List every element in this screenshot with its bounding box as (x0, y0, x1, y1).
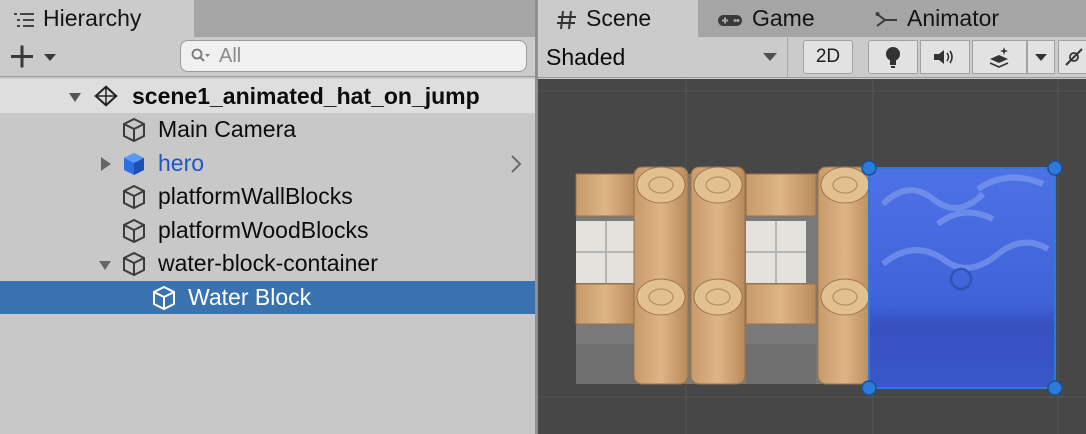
tab-hierarchy-label: Hierarchy (43, 5, 142, 31)
plus-icon (11, 45, 56, 68)
prefab-cube-icon (124, 152, 144, 175)
search-icon (191, 48, 210, 62)
hierarchy-item-hero[interactable]: hero (0, 147, 535, 181)
tab-scene[interactable]: Scene (538, 0, 698, 37)
shading-mode-value: Shaded (546, 43, 626, 70)
tab-game[interactable]: Game (716, 0, 856, 37)
gameobject-cube-icon (123, 117, 145, 143)
search-input[interactable] (219, 44, 509, 68)
hierarchy-item-label: platformWallBlocks (158, 183, 353, 210)
scene-panel: Scene Game Animator Shaded 2D (538, 0, 1086, 434)
effects-toggle-button[interactable] (972, 40, 1027, 74)
expanded-arrow-icon[interactable] (97, 257, 113, 273)
unity-logo-icon (94, 85, 118, 107)
hash-icon (556, 9, 578, 29)
scene-row[interactable]: scene1_animated_hat_on_jump (0, 79, 535, 113)
hierarchy-toolbar (0, 37, 535, 77)
hierarchy-item-water-block-container[interactable]: water-block-container (0, 247, 535, 281)
gameobject-cube-icon (123, 218, 145, 243)
scene-name: scene1_animated_hat_on_jump (132, 82, 480, 109)
hidden-eye-icon (1064, 48, 1083, 66)
tab-scene-label: Scene (586, 5, 652, 31)
search-field[interactable] (180, 40, 527, 72)
gameobject-cube-icon (153, 285, 175, 310)
collapsed-arrow-icon[interactable] (98, 156, 114, 172)
hierarchy-item-label: hero (158, 149, 205, 176)
top-right-handle[interactable] (1047, 160, 1063, 176)
tab-animator-label: Animator (907, 5, 1000, 31)
open-prefab-chevron-icon[interactable] (509, 154, 523, 174)
create-button[interactable] (8, 41, 64, 73)
dropdown-caret-icon (763, 53, 777, 61)
hierarchy-item-main-camera[interactable]: Main Camera (0, 113, 535, 147)
tab-hierarchy[interactable]: Hierarchy (0, 0, 194, 37)
platform-blocks-sprite (575, 166, 873, 385)
shading-mode-dropdown[interactable]: Shaded (538, 37, 788, 77)
layers-sparkle-icon (989, 47, 1008, 68)
speaker-icon (934, 50, 953, 64)
scene-toolbar: Shaded 2D (538, 37, 1086, 78)
hierarchy-item-platform-wood-blocks[interactable]: platformWoodBlocks (0, 214, 535, 248)
hierarchy-tab-bar: Hierarchy (0, 0, 535, 37)
hierarchy-item-platform-wall-blocks[interactable]: platformWallBlocks (0, 180, 535, 214)
hierarchy-tree: scene1_animated_hat_on_jump Main Camera … (0, 79, 535, 314)
tab-game-label: Game (752, 5, 815, 31)
bottom-left-handle[interactable] (861, 380, 877, 396)
animator-icon (875, 9, 899, 29)
scene-tab-bar: Scene Game Animator (538, 0, 1086, 37)
toggle-2d-label: 2D (815, 46, 841, 67)
hierarchy-panel: Hierarchy All scene1_animated_hat_on_jum… (0, 0, 535, 434)
tab-animator[interactable]: Animator (875, 0, 1075, 37)
lightbulb-icon (886, 47, 900, 68)
hierarchy-item-label: water-block-container (158, 250, 378, 277)
hierarchy-item-water-block[interactable]: Water Block (0, 280, 535, 314)
gameobject-cube-icon (123, 251, 145, 277)
scene-canvas[interactable] (538, 79, 1086, 434)
audio-toggle-button[interactable] (920, 40, 970, 74)
effects-dropdown-button[interactable] (1027, 40, 1055, 74)
expanded-arrow-icon[interactable] (67, 89, 83, 105)
hierarchy-item-label: Main Camera (158, 116, 297, 143)
scene-visibility-button[interactable] (1058, 40, 1086, 74)
dropdown-caret-icon (1035, 54, 1047, 61)
scene-viewport[interactable] (538, 79, 1086, 434)
hierarchy-item-label: platformWoodBlocks (158, 216, 369, 243)
gameobject-cube-icon (123, 184, 145, 210)
water-block-sprite[interactable] (868, 167, 1056, 389)
list-icon (13, 9, 35, 29)
bottom-right-handle[interactable] (1047, 380, 1063, 396)
toggle-2d-button[interactable]: 2D (803, 40, 853, 74)
hierarchy-item-label: Water Block (188, 283, 312, 310)
lighting-toggle-button[interactable] (868, 40, 918, 74)
top-left-handle[interactable] (861, 160, 877, 176)
gamepad-icon (716, 9, 744, 29)
